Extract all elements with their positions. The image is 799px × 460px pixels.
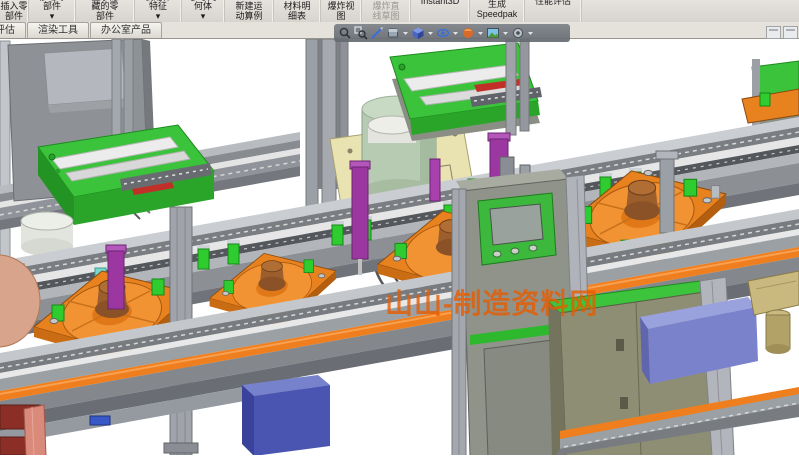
hmi-button-1[interactable] [493, 251, 501, 257]
tab-evaluate[interactable]: 评估 [0, 22, 26, 38]
hmi-screen[interactable] [490, 204, 543, 245]
insert-components-button[interactable]: 插入零 部件 [0, 0, 29, 22]
hide-show-items-caret-icon[interactable] [452, 26, 459, 40]
exploded-view-button[interactable]: 爆炸视 图 [321, 0, 362, 22]
zoom-to-fit-icon[interactable] [338, 26, 352, 40]
hide-show-items-icon[interactable] [436, 26, 450, 40]
heads-up-view-toolbar [334, 24, 570, 42]
display-style-caret-icon[interactable] [427, 26, 434, 40]
explode-line-sketch-button[interactable]: 爆炸直 线草图 [362, 0, 411, 22]
hmi-button-2[interactable] [511, 248, 519, 254]
graphics-area[interactable]: 山山-制造资料网 [0, 39, 799, 455]
speedpak-button[interactable]: 生成 Speedpak [470, 0, 525, 22]
tab-render-tools[interactable]: 渲染工具 [27, 22, 89, 38]
reference-geometry-button[interactable]: 参考几 何体 ▾ [182, 0, 225, 22]
apply-scene-caret-icon[interactable] [502, 26, 509, 40]
cad-3d-scene[interactable] [0, 39, 799, 455]
upper-right-station[interactable] [368, 39, 542, 143]
apply-scene-icon[interactable] [486, 26, 500, 40]
zoom-to-area-icon[interactable] [354, 26, 368, 40]
hmi-button-3[interactable] [529, 245, 537, 251]
view-settings-icon[interactable] [511, 26, 525, 40]
move-component-button[interactable]: 移动零 部件 ▾ [29, 0, 76, 22]
view-settings-caret-icon[interactable] [527, 26, 534, 40]
assembly-features-button[interactable]: 装配体 特征 ▾ [135, 0, 182, 22]
view-orientation-caret-icon[interactable] [402, 26, 409, 40]
view-orientation-icon[interactable] [386, 26, 400, 40]
purple-actuator-p1[interactable] [106, 245, 126, 309]
edit-appearance-caret-icon[interactable] [477, 26, 484, 40]
watermark-text: 山山-制造资料网 [385, 282, 598, 322]
salmon-column[interactable] [24, 405, 46, 455]
show-hidden-components-button[interactable]: 显示隐 藏的零 部件 [76, 0, 135, 22]
command-manager-ribbon: 插入零 部件 移动零 部件 ▾ 显示隐 藏的零 部件 装配体 特征 ▾ 参考几 … [0, 0, 799, 23]
bill-of-materials-button[interactable]: 材料明 细表 [274, 0, 321, 22]
section-view-icon[interactable] [370, 26, 384, 40]
display-style-icon[interactable] [411, 26, 425, 40]
window-restore-icon-2[interactable] [783, 26, 798, 39]
instant3d-button[interactable]: Instant3D [411, 0, 470, 22]
new-motion-study-button[interactable]: 新建运 动算例 [225, 0, 274, 22]
performance-evaluation-button[interactable]: 性能评估 [525, 0, 582, 22]
tab-office-products[interactable]: 办公室产品 [90, 22, 162, 38]
blue-box[interactable] [242, 375, 330, 455]
edit-appearance-icon[interactable] [461, 26, 475, 40]
window-restore-icon-1[interactable] [766, 26, 781, 39]
